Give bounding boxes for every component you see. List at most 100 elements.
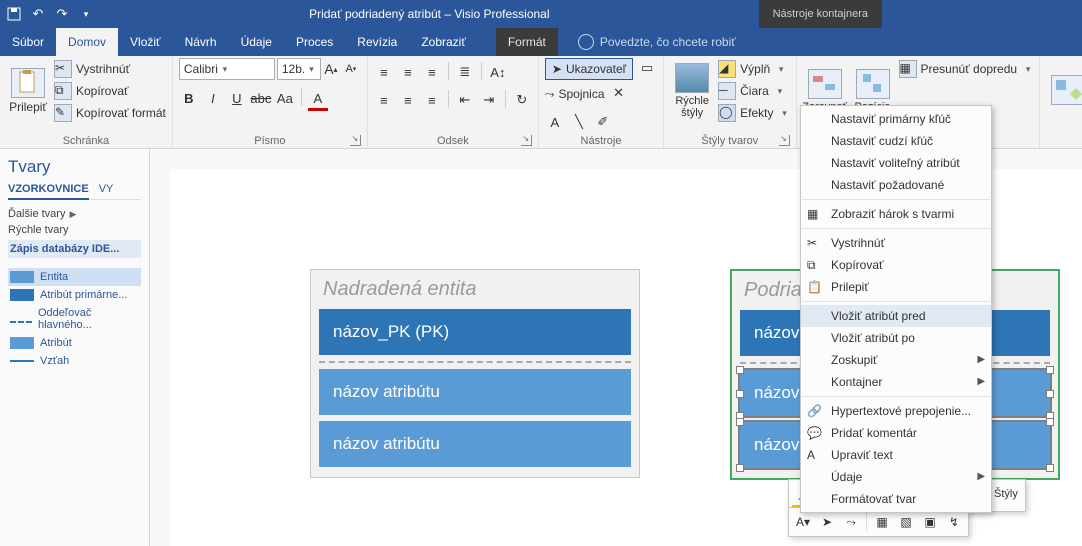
- bold-button[interactable]: B: [179, 88, 199, 108]
- shape-item-relation[interactable]: Vzťah: [8, 352, 141, 370]
- context-menu-item[interactable]: Údaje▶: [801, 466, 991, 488]
- resize-handle[interactable]: [1046, 390, 1054, 398]
- indent-inc-button[interactable]: ⇥: [479, 90, 499, 110]
- context-menu-item[interactable]: Pridať komentár💬: [801, 422, 991, 444]
- context-menu-item[interactable]: Vystrihnúť✂: [801, 232, 991, 254]
- context-menu-item[interactable]: Nastaviť primárny kľúč: [801, 108, 991, 130]
- context-menu-item[interactable]: Hypertextové prepojenie...🔗: [801, 400, 991, 422]
- mini-group-button[interactable]: ▣: [919, 511, 941, 533]
- align-bottom-button[interactable]: ≡: [422, 62, 442, 82]
- tab-process[interactable]: Proces: [284, 28, 345, 56]
- text-tool-button[interactable]: A: [545, 112, 565, 132]
- align-middle-button[interactable]: ≡: [398, 62, 418, 82]
- strike-button[interactable]: abc: [251, 88, 271, 108]
- resize-handle[interactable]: [736, 418, 744, 426]
- tab-design[interactable]: Návrh: [173, 28, 229, 56]
- indent-dec-button[interactable]: ⇤: [455, 90, 475, 110]
- line-button[interactable]: ─Čiara▾: [718, 80, 789, 102]
- paragraph-dialog-launcher[interactable]: ↘: [521, 135, 532, 146]
- mini-shrink-font-button[interactable]: A▾: [792, 511, 814, 533]
- line-tool-button[interactable]: ╲: [569, 112, 589, 132]
- tab-format[interactable]: Formát: [496, 28, 558, 56]
- align-left-button[interactable]: ≡: [374, 90, 394, 110]
- shape-item-attr[interactable]: Atribút: [8, 334, 141, 352]
- cut-button[interactable]: ✂Vystrihnúť: [54, 58, 166, 80]
- context-menu-item[interactable]: Formátovať tvar: [801, 488, 991, 510]
- resize-handle[interactable]: [736, 366, 744, 374]
- font-name-combo[interactable]: Calibri▾: [179, 58, 275, 80]
- align-center-button[interactable]: ≡: [398, 90, 418, 110]
- tab-view[interactable]: Zobraziť: [409, 28, 478, 56]
- shapes-tab-stencils[interactable]: VZORKOVNICE: [8, 183, 89, 200]
- resize-handle[interactable]: [736, 390, 744, 398]
- tab-insert[interactable]: Vložiť: [118, 28, 173, 56]
- shrink-font-button[interactable]: A▾: [341, 59, 361, 79]
- context-menu-item[interactable]: Zobraziť hárok s tvarmi▦: [801, 203, 991, 225]
- effects-button[interactable]: ◯Efekty▾: [718, 102, 789, 124]
- attr-row[interactable]: názov atribútu: [319, 421, 631, 467]
- font-dialog-launcher[interactable]: ↘: [350, 135, 361, 146]
- paste-button[interactable]: Prilepiť: [6, 58, 50, 124]
- align-top-button[interactable]: ≡: [374, 62, 394, 82]
- resize-handle[interactable]: [1046, 366, 1054, 374]
- freeform-tool-button[interactable]: ✐: [593, 112, 613, 132]
- context-menu-item[interactable]: Kopírovať⧉: [801, 254, 991, 276]
- save-icon[interactable]: [6, 6, 22, 22]
- context-menu-item[interactable]: Nastaviť voliteľný atribút: [801, 152, 991, 174]
- resize-handle[interactable]: [1046, 418, 1054, 426]
- shape-item-entity[interactable]: Entita: [8, 268, 141, 286]
- bullets-button[interactable]: ≣: [455, 62, 475, 82]
- rectangle-tool-button[interactable]: ▭: [637, 58, 657, 78]
- more-shapes-link[interactable]: Ďalšie tvary▶: [8, 208, 141, 220]
- redo-icon[interactable]: ↷: [54, 6, 70, 22]
- qat-customize-icon[interactable]: ▾: [78, 6, 94, 22]
- context-menu-item[interactable]: Upraviť textA: [801, 444, 991, 466]
- rotate-text-button[interactable]: ↻: [512, 90, 532, 110]
- format-painter-button[interactable]: ✎Kopírovať formát: [54, 102, 166, 124]
- italic-button[interactable]: I: [203, 88, 223, 108]
- shapes-category[interactable]: Zápis databázy IDE...: [8, 240, 141, 258]
- shapes-tab-search[interactable]: VY: [99, 183, 114, 195]
- text-direction-button[interactable]: A↕: [488, 62, 508, 82]
- resize-handle[interactable]: [736, 464, 744, 472]
- fill-button[interactable]: ◢Výplň▾: [718, 58, 789, 80]
- pointer-tool-button[interactable]: ➤Ukazovateľ: [545, 58, 633, 80]
- grow-font-button[interactable]: A▴: [321, 59, 341, 79]
- mini-pointer-button[interactable]: ➤: [816, 511, 838, 533]
- context-menu-item[interactable]: Prilepiť📋: [801, 276, 991, 298]
- tell-me[interactable]: Povedzte, čo chcete robiť: [578, 28, 736, 56]
- context-menu-item[interactable]: Vložiť atribút pred: [801, 305, 991, 327]
- font-size-combo[interactable]: 12b.▾: [277, 58, 321, 80]
- attr-pk[interactable]: názov_PK (PK): [319, 309, 631, 355]
- quick-shapes-link[interactable]: Rýchle tvary: [8, 224, 141, 236]
- crop-tool-button[interactable]: ✕: [609, 83, 629, 103]
- tab-review[interactable]: Revízia: [345, 28, 409, 56]
- shape-item-pk-attr[interactable]: Atribút primárne...: [8, 286, 141, 304]
- context-menu-item[interactable]: Vložiť atribút po: [801, 327, 991, 349]
- context-menu-item[interactable]: Nastaviť cudzí kľúč: [801, 130, 991, 152]
- resize-handle[interactable]: [1046, 464, 1054, 472]
- tab-data[interactable]: Údaje: [229, 28, 284, 56]
- attr-row[interactable]: názov atribútu: [319, 369, 631, 415]
- tab-home[interactable]: Domov: [56, 28, 118, 56]
- entity-parent[interactable]: Nadradená entita názov_PK (PK) názov atr…: [310, 269, 640, 478]
- copy-button[interactable]: ⧉Kopírovať: [54, 80, 166, 102]
- mini-bring-forward-button[interactable]: ▦: [871, 511, 893, 533]
- bring-forward-button[interactable]: ▦Presunúť dopredu▾: [899, 58, 1034, 80]
- context-menu-item[interactable]: Nastaviť požadované: [801, 174, 991, 196]
- mini-send-back-button[interactable]: ▧: [895, 511, 917, 533]
- context-menu-item[interactable]: Kontajner▶: [801, 371, 991, 393]
- align-right-button[interactable]: ≡: [422, 90, 442, 110]
- quick-styles-button[interactable]: Rýchle štýly: [670, 58, 714, 124]
- context-menu-item[interactable]: Zoskupiť▶: [801, 349, 991, 371]
- undo-icon[interactable]: ↶: [30, 6, 46, 22]
- font-color-button[interactable]: A: [308, 88, 328, 111]
- change-shape-button[interactable]: [1046, 58, 1082, 124]
- case-button[interactable]: Aa: [275, 88, 295, 108]
- mini-connector-button[interactable]: ⤳: [840, 511, 862, 533]
- shape-item-separator[interactable]: Oddeľovač hlavného...: [8, 304, 141, 334]
- mini-autoconnect-button[interactable]: ↯: [943, 511, 965, 533]
- shape-styles-dialog-launcher[interactable]: ↘: [779, 135, 790, 146]
- connector-tool-button[interactable]: ⤳Spojnica: [545, 83, 605, 105]
- tab-file[interactable]: Súbor: [0, 28, 56, 56]
